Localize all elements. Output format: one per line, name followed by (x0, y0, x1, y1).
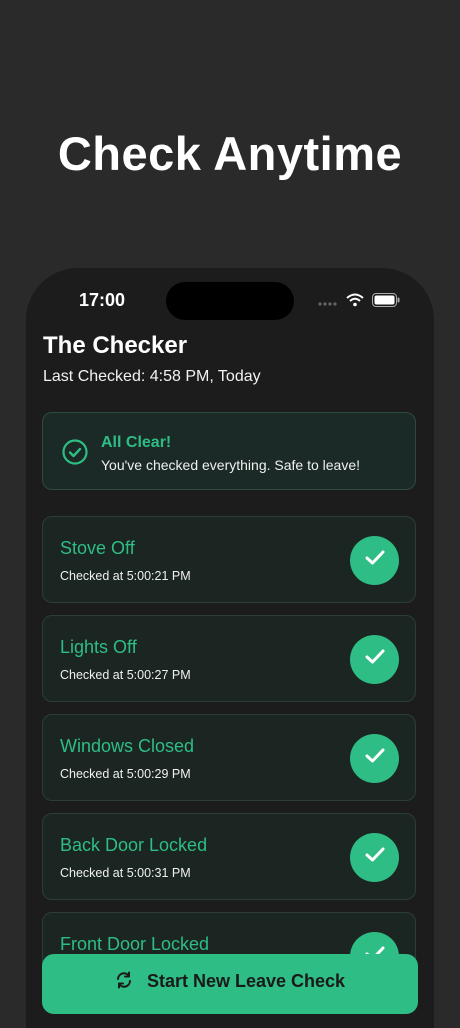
check-button[interactable] (350, 833, 399, 882)
checklist-item[interactable]: Back Door Locked Checked at 5:00:31 PM (42, 813, 416, 900)
item-checked-time: Checked at 5:00:27 PM (60, 668, 191, 682)
checklist-item[interactable]: Lights Off Checked at 5:00:27 PM (42, 615, 416, 702)
banner-title: All Clear! (101, 434, 172, 451)
item-title: Back Door Locked (60, 835, 208, 855)
item-title: Lights Off (60, 637, 137, 657)
item-title: Windows Closed (60, 736, 195, 756)
all-clear-banner: All Clear! You've checked everything. Sa… (42, 412, 416, 490)
dynamic-island (166, 282, 294, 320)
checklist-item[interactable]: Stove Off Checked at 5:00:21 PM (42, 516, 416, 603)
check-button[interactable] (350, 734, 399, 783)
check-button[interactable] (350, 536, 399, 585)
last-checked-text: Last Checked: 4:58 PM, Today (43, 368, 261, 385)
signal-dots-icon (318, 294, 338, 312)
checkmark-icon (364, 648, 386, 671)
wifi-icon (346, 293, 364, 312)
item-checked-time: Checked at 5:00:29 PM (60, 767, 191, 781)
checkmark-icon (364, 747, 386, 770)
item-title: Stove Off (60, 538, 135, 558)
refresh-icon (115, 971, 133, 994)
start-button-label: Start New Leave Check (146, 971, 346, 991)
item-title: Front Door Locked (60, 934, 210, 954)
banner-subtitle: You've checked everything. Safe to leave… (101, 457, 360, 473)
checkmark-icon (364, 846, 386, 869)
item-checked-time: Checked at 5:00:31 PM (60, 866, 191, 880)
app-title: The Checker (43, 332, 188, 359)
phone-screen: 17:00 The Checker Last Checked: 4:58 PM,… (26, 268, 434, 1028)
battery-icon (372, 293, 400, 312)
check-button[interactable] (350, 635, 399, 684)
status-icons (318, 293, 400, 312)
check-circle-icon (62, 439, 88, 470)
checklist-item[interactable]: Windows Closed Checked at 5:00:29 PM (42, 714, 416, 801)
item-checked-time: Checked at 5:00:21 PM (60, 569, 191, 583)
headline: Check Anytime (57, 127, 403, 180)
start-new-leave-check-button[interactable]: Start New Leave Check (42, 954, 418, 1014)
checkmark-icon (364, 549, 386, 572)
status-time: 17:00 (79, 290, 126, 310)
